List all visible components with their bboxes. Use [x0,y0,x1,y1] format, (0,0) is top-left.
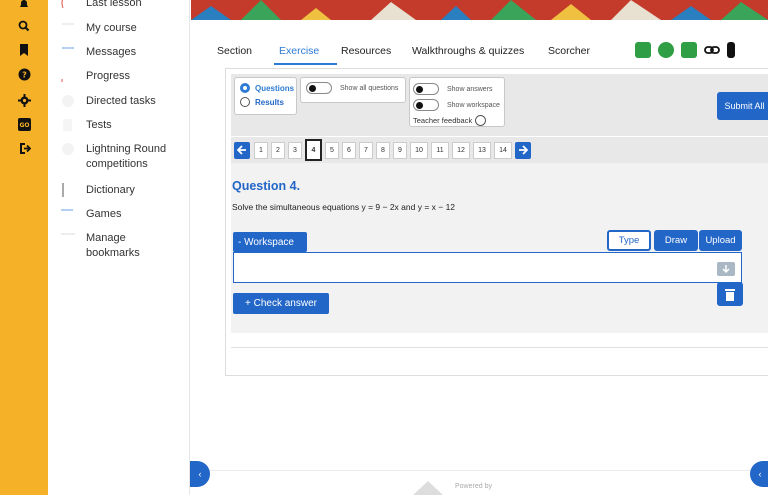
question-text: Solve the simultaneous equations y = 9 −… [232,202,456,212]
go-icon[interactable]: GO [14,114,34,134]
page-button-4[interactable]: 4 [305,139,322,161]
tab-resources[interactable]: Resources [341,45,391,57]
draw-mode-button[interactable]: Draw [654,230,698,251]
search-icon[interactable] [14,16,34,36]
powered-by-text: Powered by [455,483,492,490]
graph-tool-icon[interactable] [635,42,651,58]
settings-icon[interactable] [14,90,34,110]
app-icon[interactable] [681,42,697,58]
page-button-1[interactable]: 1 [254,141,268,159]
tab-scorcher[interactable]: Scorcher [548,45,590,57]
workspace-input[interactable] [233,252,742,283]
show-answers-toggle[interactable]: Show answers [413,81,504,97]
question-title: Question 4. [232,179,301,193]
page-button-9[interactable]: 9 [393,141,407,159]
tab-bar: Section Exercise Resources Walkthroughs … [191,40,768,66]
exercise-panel: Questions Results Show all questions Sho… [225,68,768,376]
calculator-icon[interactable] [658,42,674,58]
chevron-left-icon: ‹ [758,469,762,479]
questions-radio-dot [240,83,250,93]
sidebar-item-lightning-round[interactable]: Lightning Round competitions [60,142,182,172]
question-area: Question 4. Solve the simultaneous equat… [231,163,768,333]
sidebar-item-games[interactable]: Games [60,207,182,222]
help-icon[interactable]: ? [14,64,34,84]
icon-rail: ? GO [0,0,48,495]
tests-icon [60,118,76,132]
page-button-5[interactable]: 5 [325,141,339,159]
link-icon[interactable] [704,42,720,58]
toggle-switch [306,82,332,94]
sidebar-item-manage-bookmarks[interactable]: Manage bookmarks [60,231,182,261]
toggle-switch [413,99,439,111]
page-button-12[interactable]: 12 [452,141,470,159]
progress-icon [60,69,76,83]
page-button-10[interactable]: 10 [410,141,428,159]
course-icon [60,21,76,35]
logout-icon[interactable] [14,138,34,158]
prev-arrow-icon[interactable] [234,141,250,159]
lightning-icon [60,142,76,156]
teacher-feedback-toggle[interactable]: Teacher feedback [413,113,504,127]
bookmarks-icon [60,231,76,245]
directed-tasks-icon [60,94,76,108]
tab-bookmark-icon[interactable] [727,42,735,58]
page-button-13[interactable]: 13 [473,141,491,159]
collapse-sidebar-button[interactable]: ‹ [190,461,210,487]
submit-all-button[interactable]: Submit All [717,92,768,120]
sidebar-item-tests[interactable]: Tests [60,118,182,133]
footer-divider [191,470,768,471]
tab-walkthroughs[interactable]: Walkthroughs & quizzes [412,45,524,57]
dictionary-icon [60,183,76,197]
powered-logo-icon [413,481,443,495]
sidebar-item-directed-tasks[interactable]: Directed tasks [60,94,182,109]
view-mode-group: Questions Results [234,77,297,115]
svg-text:?: ? [22,70,27,79]
tab-section[interactable]: Section [217,45,252,57]
question-pager: 1 2 3 4 5 6 7 8 9 10 11 12 13 14 [231,137,768,163]
page-button-14[interactable]: 14 [494,141,512,159]
answer-options-box: Show answers Show workspace Teacher feed… [409,77,505,127]
toggle-switch [413,83,439,95]
svg-text:GO: GO [19,122,29,129]
messages-icon [60,45,76,59]
results-radio[interactable]: Results [240,95,296,109]
show-all-questions-toggle[interactable]: Show all questions [306,82,405,94]
next-arrow-icon[interactable] [515,141,531,159]
questions-radio[interactable]: Questions [240,81,296,95]
sidebar-item-messages[interactable]: Messages [60,45,182,60]
page-button-3[interactable]: 3 [288,141,302,159]
course-banner [191,0,768,20]
sidebar-item-my-course[interactable]: My course [60,21,182,36]
bell-icon[interactable] [14,0,34,14]
tool-icons [635,42,742,58]
download-icon[interactable] [717,262,735,276]
page-button-7[interactable]: 7 [359,141,373,159]
show-workspace-toggle[interactable]: Show workspace [413,97,504,113]
upload-mode-button[interactable]: Upload [699,230,742,251]
check-answer-button[interactable]: + Check answer [233,293,329,314]
collapse-right-panel-button[interactable]: ‹ [750,461,768,487]
sidebar: Last lesson My course Messages Progress … [48,0,190,495]
bookmark-icon[interactable] [14,40,34,60]
sidebar-item-last-lesson[interactable]: Last lesson [60,0,182,11]
control-bar: Questions Results Show all questions Sho… [231,74,768,136]
sidebar-item-dictionary[interactable]: Dictionary [60,183,182,198]
results-radio-dot [240,97,250,107]
page-button-6[interactable]: 6 [342,141,356,159]
page-button-2[interactable]: 2 [271,141,285,159]
workspace-toggle-button[interactable]: - Workspace [233,232,307,252]
last-lesson-icon [60,0,76,10]
divider [231,347,768,348]
trash-icon[interactable] [717,282,743,306]
page-button-11[interactable]: 11 [431,141,449,159]
tab-active-underline [274,63,337,65]
chevron-left-icon: ‹ [198,469,202,479]
show-all-questions-box: Show all questions [300,77,406,103]
tab-exercise[interactable]: Exercise [279,45,319,57]
games-icon [60,207,76,221]
type-mode-button[interactable]: Type [607,230,651,251]
teacher-feedback-radio [475,114,487,126]
page-button-8[interactable]: 8 [376,141,390,159]
sidebar-item-progress[interactable]: Progress [60,69,182,84]
